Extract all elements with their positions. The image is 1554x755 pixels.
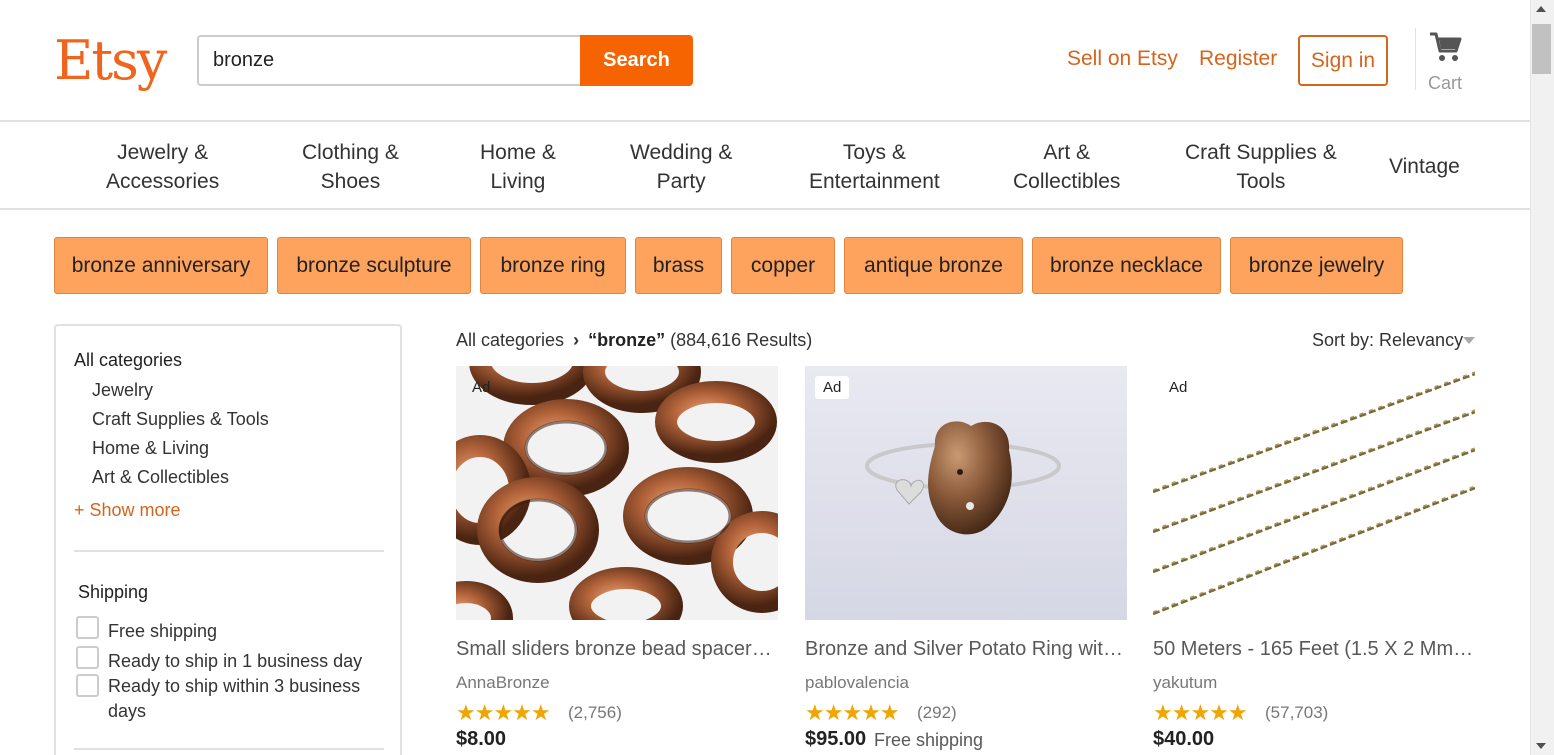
star-rating: ★★★★★ (456, 700, 551, 725)
related-search-chip[interactable]: bronze ring (480, 237, 626, 294)
review-count: (2,756) (568, 703, 622, 722)
cart-icon[interactable] (1428, 30, 1462, 64)
listing-image[interactable]: Ad (456, 366, 778, 620)
ad-badge: Ad (472, 379, 491, 396)
listing-price: $8.00 (456, 728, 507, 750)
related-search-chip[interactable]: bronze sculpture (277, 237, 471, 294)
category-jewelry-accessories[interactable]: Jewelry & Accessories (106, 138, 219, 196)
related-search-chip[interactable]: bronze anniversary (54, 237, 268, 294)
listing-image[interactable]: Ad (805, 366, 1127, 620)
page-scrollbar[interactable] (1530, 0, 1554, 755)
category-craft-supplies-tools[interactable]: Craft Supplies & Tools (1185, 138, 1337, 196)
chevron-down-icon[interactable] (1463, 337, 1475, 344)
listing-title[interactable]: 50 Meters - 165 Feet (1.5 X 2 Mm) Bronze… (1153, 638, 1475, 661)
category-art-collectibles[interactable]: Art & Collectibles (1013, 138, 1120, 196)
listing-price: $95.00 (805, 728, 867, 750)
ship-3-days-checkbox[interactable] (76, 674, 99, 697)
shipping-note: Free shipping (874, 730, 984, 750)
listing-title[interactable]: Bronze and Silver Potato Ring with Diamo… (805, 638, 1127, 661)
sidebar-all-categories[interactable]: All categories (74, 350, 182, 371)
result-count: (884,616 Results) (670, 330, 813, 350)
category-vintage[interactable]: Vintage (1389, 152, 1460, 181)
listing-card[interactable]: Ad 50 Meters - 165 Feet (1.5 X 2 Mm) Bro… (1153, 366, 1475, 755)
breadcrumb-query: “bronze” (588, 330, 666, 350)
sidebar-item-home-living[interactable]: Home & Living (92, 438, 209, 459)
show-more-link[interactable]: + Show more (74, 500, 181, 521)
bronze-chain-image (1153, 366, 1475, 620)
header-divider (1415, 28, 1416, 90)
listing-card[interactable]: Ad Bronze and Silver Potato Ring with Di… (805, 366, 1127, 755)
ship-3-days-label[interactable]: Ready to ship within 3 business days (108, 674, 378, 724)
bronze-potato-ring-image (805, 366, 1127, 620)
bronze-bead-spacers-image (456, 366, 778, 620)
shipping-heading: Shipping (78, 582, 149, 602)
cart-label[interactable]: Cart (1428, 73, 1462, 94)
ad-badge: Ad (1169, 379, 1188, 396)
related-search-chip[interactable]: brass (635, 237, 722, 294)
sidebar-item-craft-supplies[interactable]: Craft Supplies & Tools (92, 409, 269, 430)
ship-1-day-checkbox[interactable] (76, 646, 99, 669)
review-count: (57,703) (1265, 703, 1329, 722)
listing-card[interactable]: Ad Small sliders bronze bead spacers for… (456, 366, 778, 755)
register-link[interactable]: Register (1199, 47, 1277, 71)
related-search-chip[interactable]: copper (731, 237, 835, 294)
star-rating: ★★★★★ (805, 700, 900, 725)
listing-price: $40.00 (1153, 728, 1215, 750)
listing-image[interactable]: Ad (1153, 366, 1475, 620)
category-wedding-party[interactable]: Wedding & Party (630, 138, 732, 196)
free-shipping-checkbox[interactable] (76, 616, 99, 639)
sell-on-etsy-link[interactable]: Sell on Etsy (1067, 47, 1178, 71)
breadcrumb: All categories › “bronze” (884,616 Resul… (456, 330, 812, 351)
star-rating: ★★★★★ (1153, 700, 1248, 725)
related-search-chip[interactable]: bronze jewelry (1230, 237, 1403, 294)
sidebar-item-jewelry[interactable]: Jewelry (92, 380, 153, 401)
filter-sidebar: All categories Jewelry Craft Supplies & … (54, 324, 402, 755)
breadcrumb-root[interactable]: All categories (456, 330, 564, 350)
shop-name[interactable]: pablovalencia (805, 673, 909, 693)
free-shipping-label[interactable]: Free shipping (108, 619, 378, 644)
sidebar-item-art-collectibles[interactable]: Art & Collectibles (92, 467, 229, 488)
sign-in-button[interactable]: Sign in (1298, 35, 1388, 86)
scroll-up-icon[interactable] (1536, 6, 1546, 12)
review-count: (292) (917, 703, 957, 722)
search-button[interactable]: Search (580, 35, 693, 86)
category-nav: Jewelry & Accessories Clothing & Shoes H… (0, 124, 1530, 210)
related-search-chip[interactable]: bronze necklace (1032, 237, 1221, 294)
site-header: Etsy Search Sell on Etsy Register Sign i… (0, 0, 1530, 122)
search-input[interactable] (197, 35, 583, 86)
ad-badge: Ad (815, 376, 850, 399)
category-clothing-shoes[interactable]: Clothing & Shoes (302, 138, 399, 196)
shop-name[interactable]: yakutum (1153, 673, 1217, 693)
listing-title[interactable]: Small sliders bronze bead spacers for le… (456, 638, 778, 661)
chevron-right-icon: › (573, 330, 580, 350)
sidebar-divider (74, 550, 384, 552)
category-toys-entertainment[interactable]: Toys & Entertainment (809, 138, 940, 196)
sidebar-divider (74, 748, 384, 750)
scrollbar-thumb[interactable] (1532, 24, 1551, 74)
scroll-down-icon[interactable] (1536, 743, 1546, 749)
category-home-living[interactable]: Home & Living (480, 138, 556, 196)
sort-dropdown[interactable]: Sort by: Relevancy (1312, 330, 1463, 351)
etsy-logo[interactable]: Etsy (54, 28, 167, 94)
ship-1-day-label[interactable]: Ready to ship in 1 business day (108, 649, 378, 674)
related-search-chip[interactable]: antique bronze (844, 237, 1023, 294)
shop-name[interactable]: AnnaBronze (456, 673, 550, 693)
